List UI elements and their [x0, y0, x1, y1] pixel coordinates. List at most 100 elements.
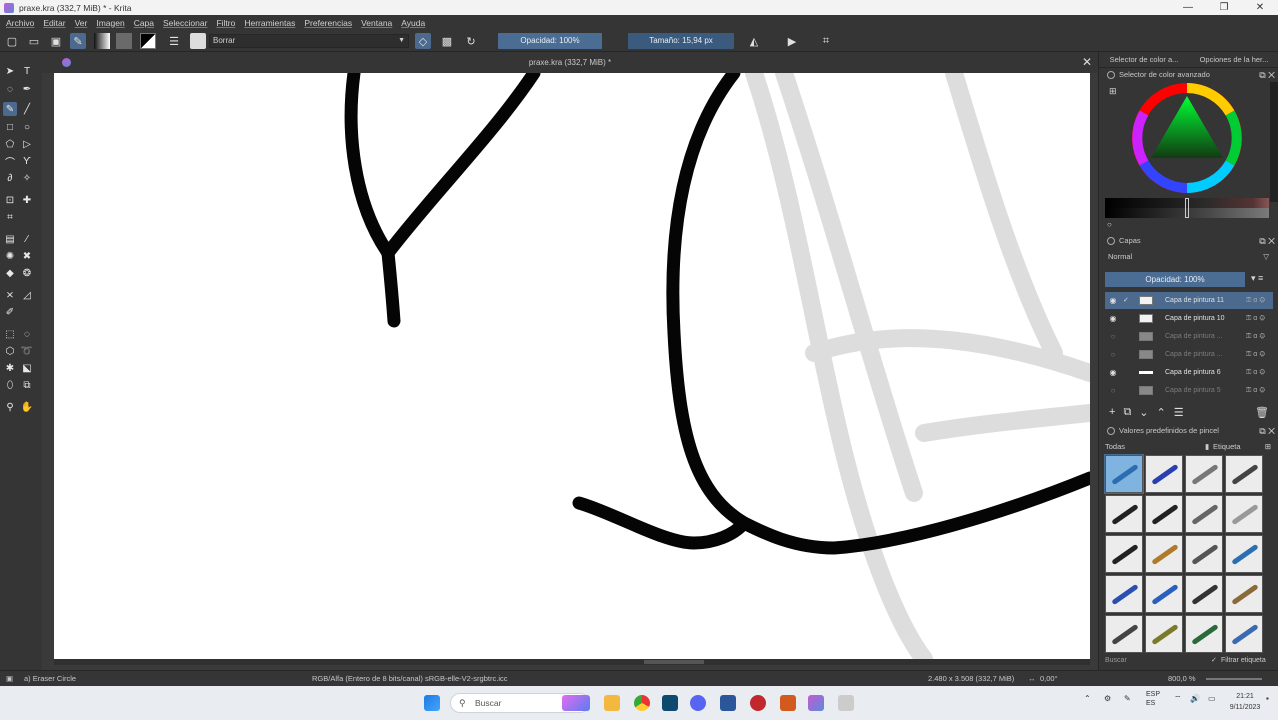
move-tool-icon[interactable]: ✚	[20, 193, 34, 207]
colorize-mask-tool-icon[interactable]: ✺	[3, 249, 17, 263]
add-layer-icon[interactable]: +	[1109, 406, 1115, 418]
shade-selector[interactable]	[1105, 198, 1269, 218]
new-document-icon[interactable]: ▢	[4, 33, 20, 49]
layer-lock-alpha-icons[interactable]: ⚿α⚙	[1246, 364, 1267, 381]
preset-filter-select[interactable]: Todas	[1105, 442, 1125, 451]
brush-preset[interactable]	[1185, 535, 1223, 573]
wrap-around-icon[interactable]: ⌗	[818, 33, 834, 49]
brush-preset[interactable]	[1185, 495, 1223, 533]
discord-icon[interactable]	[690, 695, 706, 711]
rectangular-selection-tool-icon[interactable]: ⬚	[3, 327, 17, 341]
opacity-slider[interactable]: Opacidad: 100%	[498, 33, 602, 49]
app-icon[interactable]	[838, 695, 854, 711]
mirror-horizontal-icon[interactable]: ◭	[746, 33, 762, 49]
brush-preset[interactable]	[1105, 495, 1143, 533]
ellipse-tool-icon[interactable]: ○	[20, 120, 34, 134]
dynamic-brush-tool-icon[interactable]: ∂	[3, 171, 17, 185]
brush-preset[interactable]	[1105, 535, 1143, 573]
brush-preset-eraser[interactable]	[1104, 454, 1144, 494]
brush-preset[interactable]	[1185, 575, 1223, 613]
brush-preset[interactable]	[1145, 615, 1183, 653]
gradient-tool-icon[interactable]: ▤	[3, 232, 17, 246]
color-picker-tool-icon[interactable]: ⁄	[20, 232, 34, 246]
layer-row[interactable]: ◉ Capa de pintura 6 ⚿α⚙	[1105, 364, 1273, 381]
tab-color-selector[interactable]: Selector de color a...	[1099, 52, 1189, 68]
menu-imagen[interactable]: Imagen	[96, 18, 124, 28]
windows-start-icon[interactable]	[424, 695, 440, 711]
color-wheel[interactable]	[1131, 82, 1243, 194]
visibility-eye-icon[interactable]: ◉	[1108, 292, 1118, 309]
rectangle-tool-icon[interactable]: □	[3, 120, 17, 134]
layer-row[interactable]: ○ Capa de pintura ... ⚿α⚙	[1105, 346, 1273, 363]
brush-preset[interactable]	[1225, 535, 1263, 573]
move-layer-down-icon[interactable]: ⌄	[1139, 406, 1148, 419]
volume-icon[interactable]: 🔊	[1190, 694, 1200, 703]
search-highlight-icon[interactable]	[562, 695, 590, 711]
reload-preset-icon[interactable]: ↻	[463, 33, 479, 49]
layer-lock-alpha-icons[interactable]: ⚿α⚙	[1246, 310, 1267, 327]
pan-tool-icon[interactable]: ✋	[20, 400, 34, 414]
menu-archivo[interactable]: Archivo	[6, 18, 34, 28]
brush-preset[interactable]	[1145, 535, 1183, 573]
bezier-selection-tool-icon[interactable]: ⬯	[3, 378, 17, 392]
status-rotation[interactable]: 0,00°	[1040, 671, 1058, 687]
battery-icon[interactable]: ▭	[1208, 694, 1216, 703]
app-icon[interactable]	[662, 695, 678, 711]
chrome-icon[interactable]	[634, 695, 650, 711]
maximize-button[interactable]: ❐	[1206, 0, 1242, 15]
tray-app-icon[interactable]: ⚙	[1104, 694, 1111, 703]
tray-pen-icon[interactable]: ✎	[1124, 694, 1131, 703]
brush-preset[interactable]	[1145, 495, 1183, 533]
preset-thumbnail-icon[interactable]	[190, 33, 206, 49]
brush-preset-field[interactable]: Borrar ▼	[209, 34, 409, 48]
freehand-path-tool-icon[interactable]: ϒ	[20, 154, 34, 168]
select-shapes-tool-icon[interactable]: ➤	[3, 64, 17, 78]
brush-preset[interactable]	[1225, 575, 1263, 613]
notification-icon[interactable]: ▪	[1266, 694, 1269, 703]
close-document-icon[interactable]: ✕	[1082, 52, 1092, 73]
wifi-icon[interactable]: ⌔	[1174, 694, 1182, 704]
menu-herramientas[interactable]: Herramientas	[244, 18, 295, 28]
fg-bg-color-swatch[interactable]	[140, 33, 156, 49]
duplicate-layer-icon[interactable]: ⧉	[1123, 406, 1131, 419]
delete-layer-icon[interactable]: 🗑	[1255, 406, 1269, 419]
fill-tool-icon[interactable]: ◆	[3, 266, 17, 280]
layer-properties-icon[interactable]: ☰	[1174, 406, 1184, 419]
mirror-vertical-icon[interactable]: ▶	[784, 33, 800, 49]
menu-filtro[interactable]: Filtro	[216, 18, 235, 28]
freehand-selection-tool-icon[interactable]: ➰	[20, 344, 34, 358]
layer-opacity-slider[interactable]: Opacidad: 100%	[1105, 272, 1245, 287]
eraser-mode-icon[interactable]: ◇	[415, 33, 431, 49]
preset-search-input[interactable]: Buscar	[1105, 657, 1127, 664]
reference-images-tool-icon[interactable]: ✐	[3, 305, 17, 319]
brush-preset[interactable]	[1185, 615, 1223, 653]
transform-tool-icon[interactable]: ⊡	[3, 193, 17, 207]
visibility-eye-icon[interactable]: ◉	[1108, 310, 1118, 327]
brush-preset[interactable]	[1105, 615, 1143, 653]
brush-preset[interactable]	[1225, 615, 1263, 653]
filter-tag-checkbox[interactable]: ✓	[1211, 654, 1217, 668]
magnetic-selection-tool-icon[interactable]: ⧉	[20, 378, 34, 392]
tray-chevron-icon[interactable]: ⌃	[1084, 694, 1091, 703]
saturation-value-triangle[interactable]	[1151, 96, 1223, 158]
language-indicator[interactable]: ESP ES	[1146, 690, 1160, 708]
brush-preset[interactable]	[1225, 455, 1263, 493]
blend-mode-select[interactable]: Normal ▽	[1105, 250, 1273, 264]
scrollbar-thumb[interactable]	[644, 660, 704, 664]
horizontal-scrollbar[interactable]	[54, 659, 1090, 665]
brush-editor-icon[interactable]: ✎	[70, 33, 86, 49]
layer-row[interactable]: ○ Capa de pintura ... ⚿α⚙	[1105, 328, 1273, 345]
preset-view-icon[interactable]: ⊞	[1265, 440, 1271, 454]
menu-ventana[interactable]: Ventana	[361, 18, 392, 28]
layer-menu-icon[interactable]: ▾ ≡	[1251, 273, 1263, 284]
calligraphy-tool-icon[interactable]: ✒	[20, 82, 34, 96]
close-window-button[interactable]: ✕	[1242, 0, 1278, 15]
brush-preset[interactable]	[1105, 575, 1143, 613]
visibility-eye-icon[interactable]: ○	[1108, 328, 1118, 345]
elliptical-selection-tool-icon[interactable]: ◌	[20, 327, 34, 341]
layer-row[interactable]: ◉ Capa de pintura 10 ⚿α⚙	[1105, 310, 1273, 327]
menu-ayuda[interactable]: Ayuda	[401, 18, 425, 28]
status-zoom[interactable]: 800,0 %	[1168, 671, 1196, 687]
minimize-button[interactable]: —	[1170, 0, 1206, 15]
similar-color-selection-tool-icon[interactable]: ⬕	[20, 361, 34, 375]
